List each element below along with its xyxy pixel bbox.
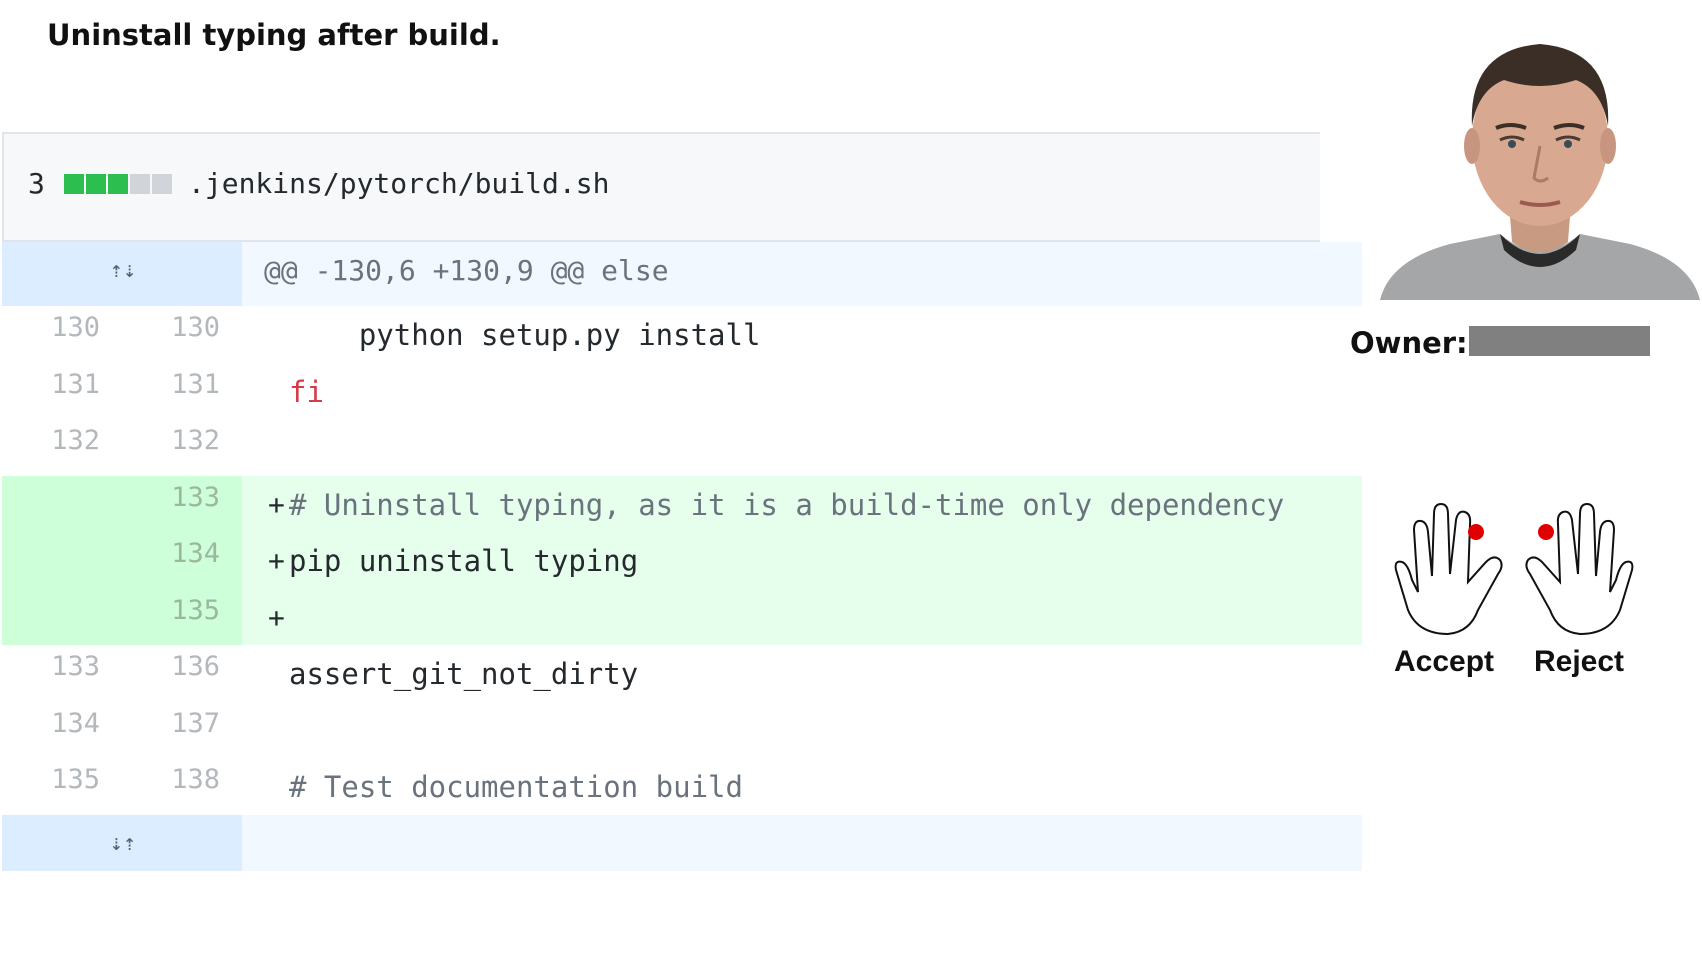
new-line-number[interactable]: 135: [130, 595, 220, 626]
old-line-number[interactable]: 132: [10, 425, 100, 456]
new-line-number[interactable]: 134: [130, 538, 220, 569]
old-line-number[interactable]: 135: [10, 764, 100, 795]
diffstat-bar: [64, 174, 172, 194]
diff-rows: ⇡⇣ @@ -130,6 +130,9 @@ else 130 130 pytho…: [2, 242, 1362, 871]
finger-marker-icon: [1538, 524, 1554, 540]
code-text: # Uninstall typing, as it is a build-tim…: [289, 487, 1285, 522]
hunk-footer-row: ⇣⇡: [2, 814, 1362, 871]
new-line-number[interactable]: 130: [130, 312, 220, 343]
new-line-number[interactable]: 138: [130, 764, 220, 795]
new-line-number[interactable]: 131: [130, 369, 220, 400]
diffstat-block: [152, 174, 172, 194]
diff-line-context[interactable]: 130 130 python setup.py install: [2, 306, 1362, 363]
diff-lines: 130 130 python setup.py install 131 131 fi 13…: [2, 306, 1362, 815]
diff-sign: +: [268, 600, 285, 634]
accept-hand-icon[interactable]: [1390, 500, 1510, 640]
hunk-header: @@ -130,6 +130,9 @@ else: [264, 254, 669, 287]
diff-line-added[interactable]: 135 +: [2, 588, 1362, 645]
diff-line-added[interactable]: 134 + pip uninstall typing: [2, 532, 1362, 589]
hunk-header-row: ⇡⇣ @@ -130,6 +130,9 @@ else: [2, 242, 1362, 306]
diff-line-added[interactable]: 133 + # Uninstall typing, as it is a build…: [2, 475, 1362, 532]
diff-line-context[interactable]: 132 132: [2, 419, 1362, 476]
code-text: python setup.py install: [289, 318, 761, 352]
old-line-number[interactable]: 130: [10, 312, 100, 343]
owner-portrait: [1380, 22, 1700, 300]
accept-button[interactable]: Accept: [1394, 645, 1494, 679]
file-header: 3 .jenkins/pytorch/build.sh: [2, 132, 1320, 242]
diffstat-block: [64, 174, 84, 194]
code-text: pip uninstall typing: [289, 544, 639, 578]
new-line-number[interactable]: 136: [130, 651, 220, 682]
new-line-number[interactable]: 132: [130, 425, 220, 456]
old-line-number[interactable]: 133: [10, 651, 100, 682]
owner-label: Owner:: [1350, 326, 1468, 360]
diff-line-context[interactable]: 135 138 # Test documentation build: [2, 758, 1362, 815]
page-title: Uninstall typing after build.: [47, 18, 501, 52]
code-text: assert_git_not_dirty: [289, 657, 639, 691]
reject-hand-icon[interactable]: [1518, 500, 1638, 640]
owner-name-redacted: [1469, 326, 1650, 356]
diff-sign: +: [268, 544, 285, 577]
code-text: # Test documentation build: [289, 770, 743, 804]
diff-line-context[interactable]: 131 131 fi: [2, 363, 1362, 420]
reject-button[interactable]: Reject: [1534, 645, 1624, 679]
diff-line-context[interactable]: 134 137: [2, 702, 1362, 759]
diff-sign: +: [268, 487, 285, 521]
new-line-number[interactable]: 137: [130, 708, 220, 739]
new-line-number[interactable]: 133: [130, 482, 220, 513]
code-text: fi: [289, 374, 324, 409]
expand-up-icon[interactable]: ⇡⇣: [106, 258, 140, 284]
diffstat-block: [86, 174, 106, 194]
diffstat-block: [108, 174, 128, 194]
file-path[interactable]: .jenkins/pytorch/build.sh: [188, 167, 609, 200]
old-line-number[interactable]: 134: [10, 708, 100, 739]
expand-down-icon[interactable]: ⇣⇡: [106, 831, 140, 857]
finger-marker-icon: [1468, 524, 1484, 540]
old-line-number[interactable]: 131: [10, 369, 100, 400]
diffstat-block: [130, 174, 150, 194]
diff-panel: 3 .jenkins/pytorch/build.sh ⇡⇣ @@ -130,6…: [2, 132, 1362, 877]
change-count: 3: [28, 167, 45, 200]
diff-line-context[interactable]: 133 136 assert_git_not_dirty: [2, 645, 1362, 702]
